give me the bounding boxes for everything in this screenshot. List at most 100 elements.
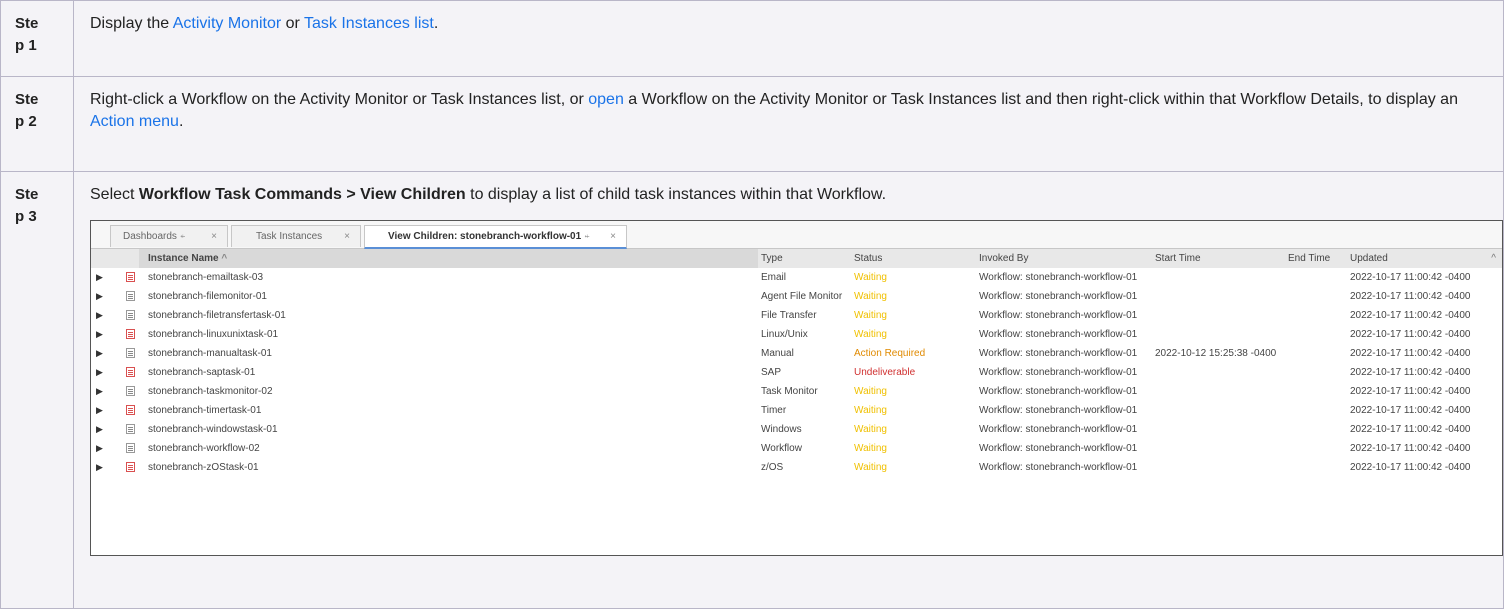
instance-name-cell: stonebranch-linuxunixtask-01 xyxy=(148,329,279,340)
updated-cell: 2022-10-17 11:00:42 -0400 xyxy=(1350,329,1471,340)
grid-header: Instance Name ^ Type Status Invoked By S… xyxy=(91,249,1502,268)
expand-arrow-icon[interactable]: ▶ xyxy=(96,420,110,439)
action-menu-link[interactable]: Action menu xyxy=(90,113,179,130)
activity-monitor-link[interactable]: Activity Monitor xyxy=(173,15,281,32)
step-content-3: Select Workflow Task Commands > View Chi… xyxy=(73,171,1504,609)
task-type-icon xyxy=(126,344,140,363)
instance-name-cell: stonebranch-saptask-01 xyxy=(148,367,256,378)
type-cell: Windows xyxy=(761,424,802,435)
table-row[interactable]: ▶ stonebranch-windowstask-01 Windows Waitin… xyxy=(91,420,1502,439)
expand-arrow-icon[interactable]: ▶ xyxy=(96,458,110,477)
scroll-up-icon[interactable]: ^ xyxy=(1491,249,1496,268)
step-label-line-b: p 2 xyxy=(15,113,37,130)
invoked-by-cell: Workflow: stonebranch-workflow-01 xyxy=(979,329,1138,340)
tab-dashboards[interactable]: Dashboards ⍅ × xyxy=(110,225,228,247)
column-header-end-time[interactable]: End Time xyxy=(1288,249,1330,268)
step-label-1: Ste p 1 xyxy=(0,0,74,77)
table-row[interactable]: ▶ stonebranch-saptask-01 SAP Undeliverable W… xyxy=(91,363,1502,382)
updated-cell: 2022-10-17 11:00:42 -0400 xyxy=(1350,424,1471,435)
expand-arrow-icon[interactable]: ▶ xyxy=(96,344,110,363)
expand-arrow-icon[interactable]: ▶ xyxy=(96,439,110,458)
updated-cell: 2022-10-17 11:00:42 -0400 xyxy=(1350,443,1471,454)
expand-arrow-icon[interactable]: ▶ xyxy=(96,382,110,401)
status-cell: Waiting xyxy=(854,291,887,302)
grid-body: ▶ stonebranch-emailtask-03 Email Waiting Wor… xyxy=(91,268,1502,477)
sort-caret-icon: ^ xyxy=(221,253,228,264)
table-row[interactable]: ▶ stonebranch-timertask-01 Timer Waiting Wor… xyxy=(91,401,1502,420)
invoked-by-cell: Workflow: stonebranch-workflow-01 xyxy=(979,405,1138,416)
step2-text-c: . xyxy=(178,113,184,130)
expand-arrow-icon[interactable]: ▶ xyxy=(96,325,110,344)
column-header-updated[interactable]: Updated xyxy=(1350,249,1388,268)
table-row[interactable]: ▶ stonebranch-filetransfertask-01 File Tra… xyxy=(91,306,1502,325)
instance-name-cell: stonebranch-filemonitor-01 xyxy=(148,291,267,302)
expand-arrow-icon[interactable]: ▶ xyxy=(96,268,110,287)
task-type-icon xyxy=(126,306,140,325)
step1-text-c: . xyxy=(433,15,439,32)
invoked-by-cell: Workflow: stonebranch-workflow-01 xyxy=(979,424,1138,435)
instance-name-cell: stonebranch-emailtask-03 xyxy=(148,272,264,283)
status-cell: Waiting xyxy=(854,310,887,321)
step3-text-a: Select xyxy=(90,186,139,203)
table-row[interactable]: ▶ stonebranch-zOStask-01 z/OS Waiting Workfl… xyxy=(91,458,1502,477)
step-label-2: Ste p 2 xyxy=(0,76,74,172)
invoked-by-cell: Workflow: stonebranch-workflow-01 xyxy=(979,386,1138,397)
table-row[interactable]: ▶ stonebranch-manualtask-01 Manual Action R… xyxy=(91,344,1502,363)
tab-task-instances[interactable]: Task Instances × xyxy=(231,225,361,247)
column-header-status[interactable]: Status xyxy=(854,249,882,268)
status-cell: Undeliverable xyxy=(854,367,916,378)
task-type-icon xyxy=(126,401,140,420)
type-cell: Agent File Monitor xyxy=(761,291,843,302)
tab-label: Dashboards xyxy=(123,231,177,242)
step-row-2: Ste p 2 Right-click a Workflow on the Ac… xyxy=(0,76,1504,172)
step-label-line-a: Ste xyxy=(15,91,39,108)
column-header-type[interactable]: Type xyxy=(761,249,783,268)
tab-view-children[interactable]: View Children: stonebranch-workflow-01 ⍅… xyxy=(364,225,627,249)
column-header-instance-name[interactable]: Instance Name ^ xyxy=(139,249,758,268)
table-row[interactable]: ▶ stonebranch-filemonitor-01 Agent File Mo… xyxy=(91,287,1502,306)
type-cell: Timer xyxy=(761,405,787,416)
expand-arrow-icon[interactable]: ▶ xyxy=(96,363,110,382)
column-header-start-time[interactable]: Start Time xyxy=(1155,249,1201,268)
open-link[interactable]: open xyxy=(588,91,624,108)
pin-icon[interactable]: ⍅ xyxy=(584,231,590,242)
task-type-icon xyxy=(126,420,140,439)
table-row[interactable]: ▶ stonebranch-emailtask-03 Email Waiting Wor… xyxy=(91,268,1502,287)
type-cell: z/OS xyxy=(761,462,784,473)
type-cell: File Transfer xyxy=(761,310,817,321)
task-type-icon xyxy=(126,287,140,306)
instance-name-cell: stonebranch-windowstask-01 xyxy=(148,424,278,435)
invoked-by-cell: Workflow: stonebranch-workflow-01 xyxy=(979,310,1138,321)
instance-name-cell: stonebranch-taskmonitor-02 xyxy=(148,386,273,397)
task-type-icon xyxy=(126,439,140,458)
table-row[interactable]: ▶ stonebranch-taskmonitor-02 Task Monitor W… xyxy=(91,382,1502,401)
close-icon[interactable]: × xyxy=(211,226,217,248)
type-cell: Linux/Unix xyxy=(761,329,808,340)
step-label-line-b: p 1 xyxy=(15,37,37,54)
step-label-3: Ste p 3 xyxy=(0,171,74,609)
updated-cell: 2022-10-17 11:00:42 -0400 xyxy=(1350,310,1471,321)
type-cell: SAP xyxy=(761,367,782,378)
table-row[interactable]: ▶ stonebranch-workflow-02 Workflow Waiting W… xyxy=(91,439,1502,458)
expand-arrow-icon[interactable]: ▶ xyxy=(96,287,110,306)
step-row-3: Ste p 3 Select Workflow Task Commands > … xyxy=(0,171,1504,609)
step1-text-b: or xyxy=(281,15,305,32)
invoked-by-cell: Workflow: stonebranch-workflow-01 xyxy=(979,348,1138,359)
status-cell: Waiting xyxy=(854,386,887,397)
invoked-by-cell: Workflow: stonebranch-workflow-01 xyxy=(979,291,1138,302)
close-icon[interactable]: × xyxy=(344,226,350,248)
expand-arrow-icon[interactable]: ▶ xyxy=(96,401,110,420)
column-header-invoked-by[interactable]: Invoked By xyxy=(979,249,1028,268)
expand-arrow-icon[interactable]: ▶ xyxy=(96,306,110,325)
type-cell: Workflow xyxy=(761,443,802,454)
step-label-line-a: Ste xyxy=(15,15,39,32)
task-instances-list-link[interactable]: Task Instances list xyxy=(304,15,434,32)
pin-icon[interactable]: ⍅ xyxy=(180,231,186,242)
close-icon[interactable]: × xyxy=(610,226,616,248)
view-children-screenshot: Dashboards ⍅ × Task Instances × View Chi… xyxy=(90,220,1503,556)
tab-label: Task Instances xyxy=(256,231,323,242)
start-time-cell: 2022-10-12 15:25:38 -0400 xyxy=(1155,348,1277,359)
table-row[interactable]: ▶ stonebranch-linuxunixtask-01 Linux/Unix W… xyxy=(91,325,1502,344)
invoked-by-cell: Workflow: stonebranch-workflow-01 xyxy=(979,367,1138,378)
steps-table: Ste p 1 Display the Activity Monitor or … xyxy=(0,0,1504,609)
